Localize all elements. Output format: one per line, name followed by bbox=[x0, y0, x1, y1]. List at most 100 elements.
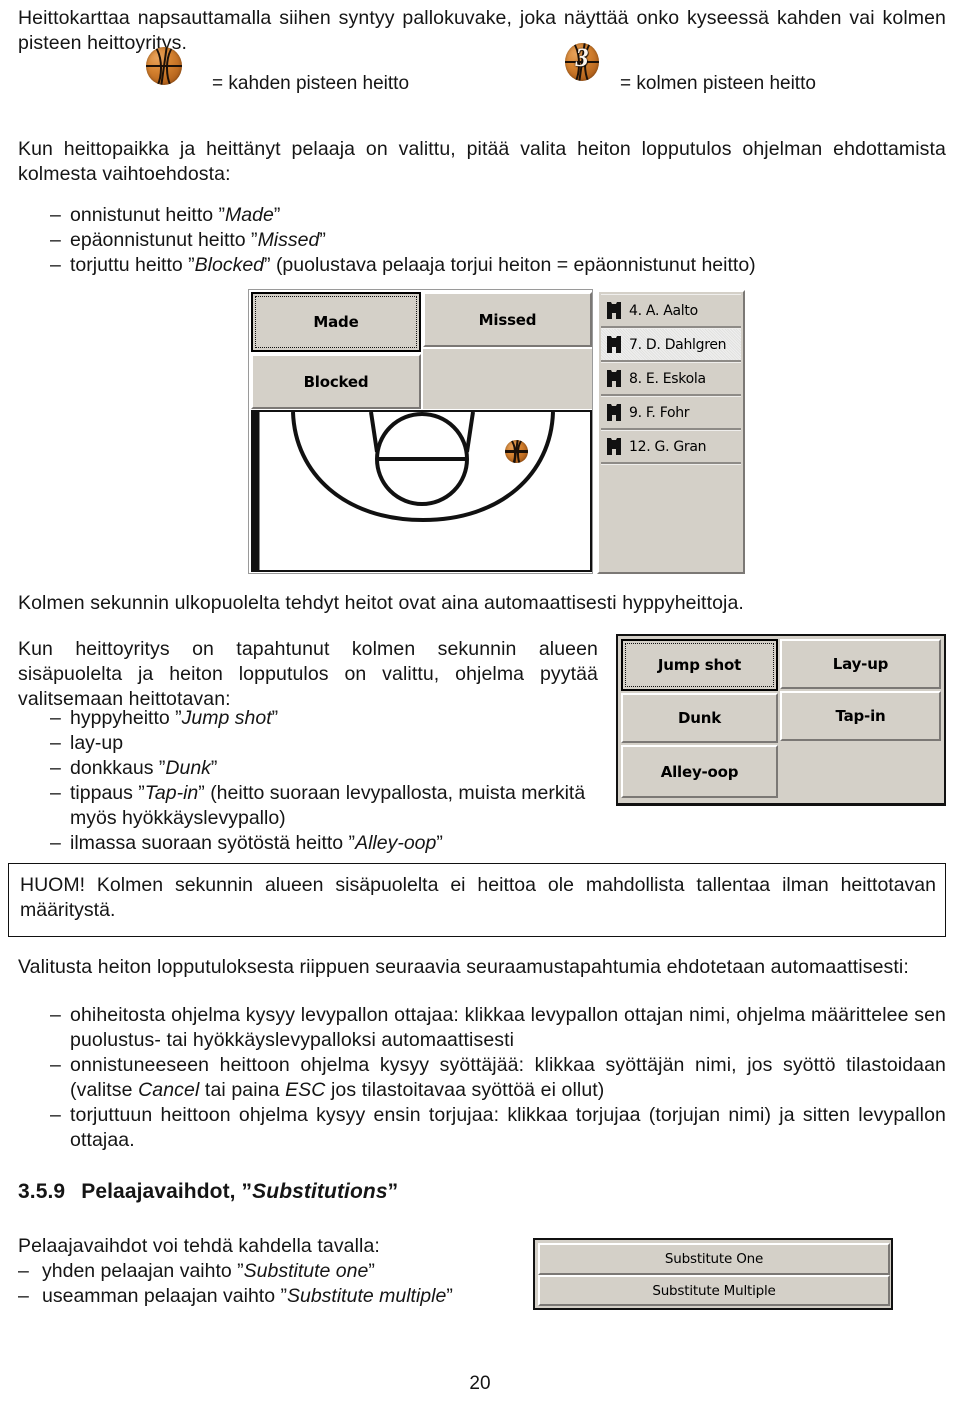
bullet-segment: tai paina bbox=[199, 1079, 286, 1101]
lay-up-button[interactable]: Lay-up bbox=[780, 639, 941, 689]
list-item: – useamman pelaajan vaihto ”Substitute m… bbox=[18, 1284, 518, 1309]
bullet-pre: yhden pelaajan vaihto ” bbox=[42, 1260, 244, 1282]
bullet-emphasis: Tap-in bbox=[144, 782, 199, 804]
result-section-bullets: – onnistunut heitto ”Made” – epäonnistun… bbox=[44, 203, 946, 278]
note-box: HUOM! Kolmen sekunnin alueen sisäpuolelt… bbox=[8, 863, 946, 937]
bullet-text: onnistunut heitto ”Made” bbox=[70, 203, 946, 228]
player-list-item[interactable]: 12. G. Gran bbox=[601, 430, 741, 464]
bullet-segment-emphasis: ESC bbox=[285, 1079, 326, 1101]
bullet-pre: torjuttu heitto ” bbox=[70, 254, 195, 276]
bullet-dash: – bbox=[18, 1285, 29, 1307]
bullet-dash: – bbox=[50, 1104, 61, 1126]
bullet-dash: – bbox=[50, 229, 61, 251]
player-list-item[interactable]: 8. E. Eskola bbox=[601, 362, 741, 396]
jump-shot-button[interactable]: Jump shot bbox=[621, 639, 778, 691]
list-item: – torjuttu heitto ”Blocked” (puolustava … bbox=[44, 253, 946, 278]
heading-pre: Pelaajavaihdot, ” bbox=[81, 1180, 253, 1203]
bullet-emphasis: Jump shot bbox=[181, 707, 272, 729]
two-point-ball-icon bbox=[146, 47, 182, 85]
bullet-post: ” bbox=[319, 229, 326, 251]
ball-seam-right-curve bbox=[166, 47, 182, 85]
document-page: Heittokarttaa napsauttamalla siihen synt… bbox=[0, 0, 960, 1418]
three-second-bullets: – hyppyheitto ”Jump shot” – lay-up – don… bbox=[44, 706, 598, 856]
bullet-post: ” bbox=[368, 1260, 375, 1282]
substitutions-bullets: – yhden pelaajan vaihto ”Substitute one”… bbox=[18, 1259, 518, 1309]
bullet-text: ohiheitosta ohjelma kysyy levypallon ott… bbox=[70, 1003, 946, 1053]
player-list-item[interactable]: 4. A. Aalto bbox=[601, 294, 741, 328]
bullet-pre: hyppyheitto ” bbox=[70, 707, 182, 729]
list-item: – ohiheitosta ohjelma kysyy levypallon o… bbox=[44, 1003, 946, 1053]
list-item: – donkkaus ”Dunk” bbox=[44, 756, 598, 781]
bullet-text: epäonnistunut heitto ”Missed” bbox=[70, 228, 946, 253]
bullet-text: useamman pelaajan vaihto ”Substitute mul… bbox=[42, 1284, 518, 1309]
followup-paragraph: Valitusta heiton lopputuloksesta riippue… bbox=[18, 956, 909, 978]
player-name: 7. D. Dahlgren bbox=[629, 336, 727, 353]
made-button[interactable]: Made bbox=[251, 292, 421, 352]
ball-seam-left-curve bbox=[505, 440, 517, 463]
empty-button-slot bbox=[780, 743, 941, 798]
heading-emphasis: Substitutions bbox=[252, 1180, 388, 1203]
player-name: 8. E. Eskola bbox=[629, 370, 706, 387]
list-item: – hyppyheitto ”Jump shot” bbox=[44, 706, 598, 731]
alley-oop-button[interactable]: Alley-oop bbox=[621, 745, 778, 798]
tap-in-button[interactable]: Tap-in bbox=[780, 691, 941, 741]
heading-post: ” bbox=[387, 1180, 399, 1203]
jersey-icon bbox=[607, 302, 621, 319]
bullet-post: ” bbox=[271, 707, 279, 729]
jersey-icon bbox=[607, 438, 621, 455]
page-number: 20 bbox=[469, 1373, 491, 1394]
bullet-dash: – bbox=[50, 832, 61, 854]
shot-type-screenshot: Jump shot Lay-up Dunk Tap-in Alley-oop bbox=[616, 634, 946, 806]
bullet-dash: – bbox=[18, 1260, 29, 1282]
result-section-paragraph: Kun heittopaikka ja heittänyt pelaaja on… bbox=[18, 138, 946, 185]
bullet-post: ” bbox=[273, 204, 281, 226]
bullet-emphasis: Made bbox=[225, 204, 274, 226]
player-name: 4. A. Aalto bbox=[629, 302, 698, 319]
bullet-emphasis: Substitute one bbox=[243, 1260, 369, 1282]
substitute-multiple-button[interactable]: Substitute Multiple bbox=[538, 1275, 890, 1306]
bullet-post: ” (puolustava pelaaja torjui heiton = ep… bbox=[264, 254, 756, 276]
bullet-emphasis: Dunk bbox=[165, 757, 211, 779]
bullet-dash: – bbox=[50, 757, 61, 779]
bullet-post: lay-up bbox=[70, 732, 124, 754]
list-item: – epäonnistunut heitto ”Missed” bbox=[44, 228, 946, 253]
bullet-dash: – bbox=[50, 707, 61, 729]
player-name: 12. G. Gran bbox=[629, 438, 707, 455]
court-diagram-svg bbox=[255, 412, 555, 570]
bullet-emphasis: Alley-oop bbox=[355, 832, 437, 854]
player-name: 9. F. Fohr bbox=[629, 404, 690, 421]
bullet-pre: ilmassa suoraan syötöstä heitto ” bbox=[70, 832, 356, 854]
player-list-item[interactable]: 7. D. Dahlgren bbox=[601, 328, 741, 362]
missed-button[interactable]: Missed bbox=[423, 292, 592, 347]
bullet-dash: – bbox=[50, 782, 61, 804]
player-list-panel: 4. A. Aalto 7. D. Dahlgren 8. E. Eskola … bbox=[597, 290, 745, 574]
list-item: – yhden pelaajan vaihto ”Substitute one” bbox=[18, 1259, 518, 1284]
three-second-paragraph: Kun heittoyritys on tapahtunut kolmen se… bbox=[18, 638, 598, 710]
bullet-pre: epäonnistunut heitto ” bbox=[70, 229, 258, 251]
bullet-post: ” bbox=[446, 1285, 453, 1307]
bullet-emphasis: Substitute multiple bbox=[286, 1285, 447, 1307]
shot-chart-court[interactable] bbox=[251, 410, 592, 572]
bullet-emphasis: Missed bbox=[257, 229, 320, 251]
bullet-segment: jos tilastoitavaa syöttöä ei ollut) bbox=[325, 1079, 605, 1101]
dunk-button[interactable]: Dunk bbox=[621, 693, 778, 743]
three-point-ball-icon: 3 bbox=[565, 43, 599, 81]
blocked-button[interactable]: Blocked bbox=[251, 354, 421, 409]
list-item: – onnistuneeseen heittoon ohjelma kysyy … bbox=[44, 1053, 946, 1103]
player-list-item[interactable]: 9. F. Fohr bbox=[601, 396, 741, 430]
substitute-one-button[interactable]: Substitute One bbox=[538, 1243, 890, 1275]
bullet-dash: – bbox=[50, 254, 61, 276]
legend-two-point-label: = kahden pisteen heitto bbox=[212, 73, 410, 94]
bullet-text: torjuttu heitto ”Blocked” (puolustava pe… bbox=[70, 253, 946, 278]
followup-bullets: – ohiheitosta ohjelma kysyy levypallon o… bbox=[44, 1003, 946, 1153]
bullet-post: ” bbox=[436, 832, 443, 854]
list-item: – onnistunut heitto ”Made” bbox=[44, 203, 946, 228]
bullet-dash: – bbox=[50, 204, 61, 226]
list-item: – torjuttuun heittoon ohjelma kysyy ensi… bbox=[44, 1103, 946, 1153]
ball-seam-left-curve bbox=[146, 47, 162, 85]
bullet-pre: donkkaus ” bbox=[70, 757, 166, 779]
bullet-emphasis: Blocked bbox=[194, 254, 265, 276]
bullet-segment-emphasis: Cancel bbox=[138, 1079, 200, 1101]
legend-three-point-label: = kolmen pisteen heitto bbox=[620, 73, 816, 94]
heading-number: 3.5.9 bbox=[18, 1180, 66, 1203]
